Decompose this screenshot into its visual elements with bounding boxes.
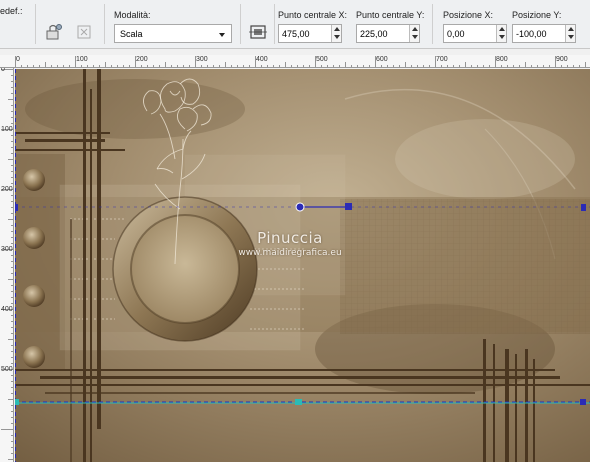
mode-select[interactable]: Scala — [114, 24, 232, 43]
toolbar-separator — [35, 4, 36, 44]
pos-y-value: -100,00 — [516, 29, 547, 39]
preset-label: edef.: — [0, 6, 23, 16]
ruler-label: 400 — [1, 306, 13, 313]
center-x-field[interactable]: 475,00 — [278, 24, 342, 43]
ruler-label: 100 — [1, 126, 13, 133]
preset-icon[interactable] — [44, 22, 64, 42]
spin-up-icon[interactable] — [499, 27, 505, 31]
pos-y-spinner[interactable] — [565, 25, 575, 42]
ruler-label: 200 — [1, 186, 13, 193]
watermark-url: www.maidiregrafica.eu — [238, 248, 342, 258]
chevron-down-icon — [219, 33, 225, 37]
ruler-label: 600 — [376, 56, 388, 63]
pos-x-field[interactable]: 0,00 — [443, 24, 507, 43]
toolbar-separator — [274, 4, 275, 44]
pos-x-label: Posizione X: — [443, 10, 494, 20]
vertical-ruler[interactable]: 0 100 200 300 400 500 — [0, 68, 14, 462]
ruler-label: 700 — [436, 56, 448, 63]
ruler-label: 300 — [1, 246, 13, 253]
center-x-spinner[interactable] — [331, 25, 341, 42]
center-y-field[interactable]: 225,00 — [356, 24, 420, 43]
pos-y-field[interactable]: -100,00 — [512, 24, 576, 43]
spin-up-icon[interactable] — [334, 27, 340, 31]
ruler-label: 400 — [256, 56, 268, 63]
artwork — [15, 69, 590, 462]
image-canvas[interactable]: Pinuccia www.maidiregrafica.eu — [15, 69, 590, 462]
tool-options-bar: edef.: Modalità: Scala Punto centrale X:… — [0, 0, 590, 49]
watermark-title: Pinuccia — [257, 229, 323, 247]
center-x-label: Punto centrale X: — [278, 10, 348, 20]
horizontal-ruler[interactable]: 0 100 200 300 400 500 600 700 800 900 — [0, 55, 590, 68]
ruler-label: 800 — [496, 56, 508, 63]
ruler-label: 500 — [1, 366, 13, 373]
ruler-label: 100 — [76, 56, 88, 63]
spin-up-icon[interactable] — [412, 27, 418, 31]
mode-value: Scala — [120, 29, 143, 39]
ruler-label: 500 — [316, 56, 328, 63]
toolbar-separator — [432, 4, 433, 44]
center-y-label: Punto centrale Y: — [356, 10, 425, 20]
spin-up-icon[interactable] — [568, 27, 574, 31]
pos-x-value: 0,00 — [447, 29, 465, 39]
spin-down-icon[interactable] — [412, 35, 418, 39]
ruler-label: 0 — [16, 56, 20, 63]
ruler-label: 900 — [556, 56, 568, 63]
spin-down-icon[interactable] — [499, 35, 505, 39]
toolbar-separator — [104, 4, 105, 44]
ruler-label: 0 — [1, 68, 5, 73]
toolbar-separator — [240, 4, 241, 44]
pos-x-spinner[interactable] — [496, 25, 506, 42]
ruler-label: 200 — [136, 56, 148, 63]
center-y-value: 225,00 — [360, 29, 388, 39]
center-x-value: 475,00 — [282, 29, 310, 39]
ruler-label: 300 — [196, 56, 208, 63]
mode-label: Modalità: — [114, 10, 151, 20]
center-y-spinner[interactable] — [409, 25, 419, 42]
spin-down-icon[interactable] — [334, 35, 340, 39]
crop-to-layer-icon[interactable] — [248, 22, 268, 42]
watermark: Pinuccia www.maidiregrafica.eu — [215, 229, 365, 258]
pos-y-label: Posizione Y: — [512, 10, 562, 20]
spin-down-icon[interactable] — [568, 35, 574, 39]
reset-icon[interactable] — [74, 22, 94, 42]
